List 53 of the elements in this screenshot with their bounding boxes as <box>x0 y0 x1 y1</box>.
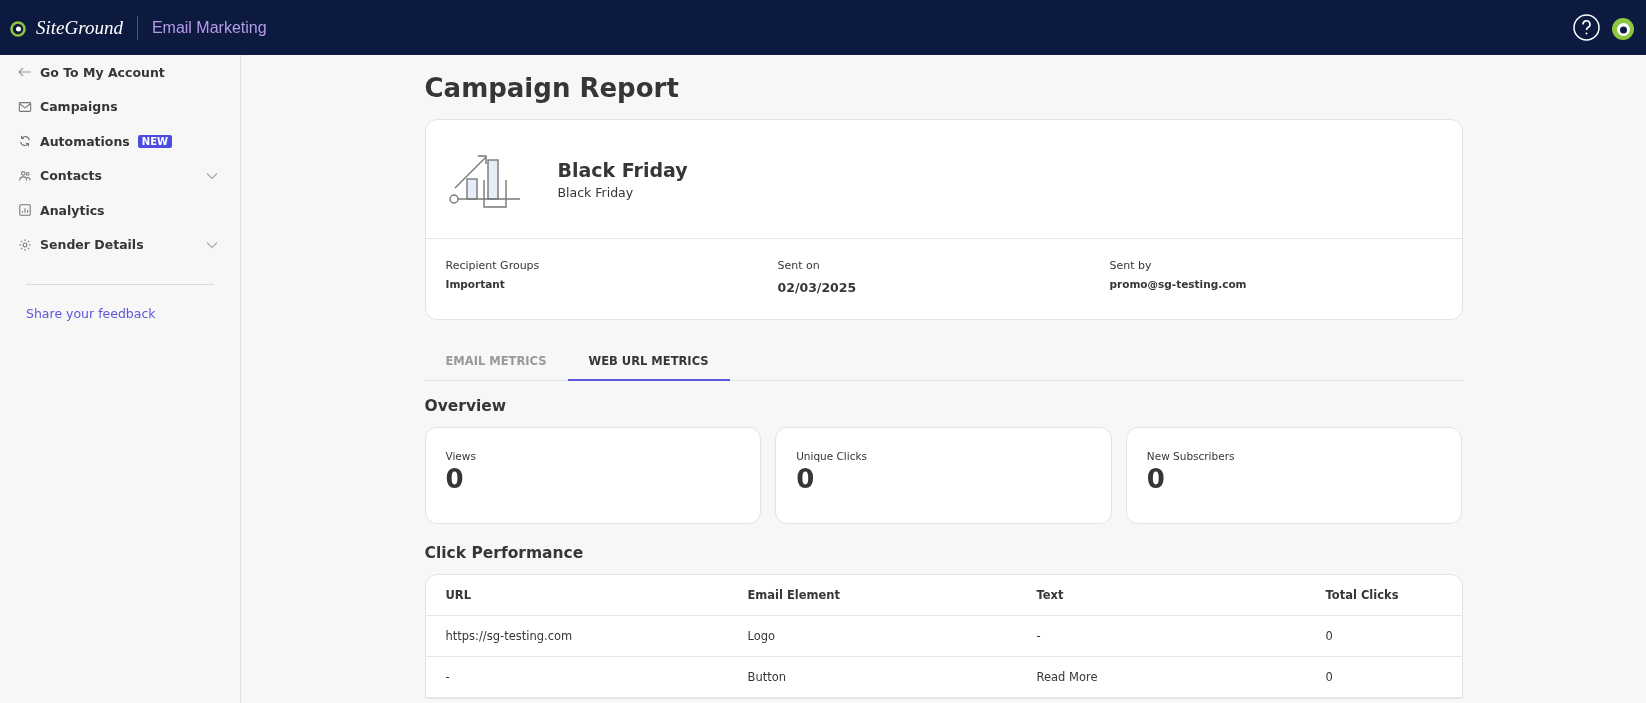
column-header: Email Element <box>747 588 842 602</box>
detail-value: promo@sg-testing.com <box>1109 278 1248 290</box>
metric-label: New Subscribers <box>1146 450 1236 462</box>
page-title: Campaign Report <box>424 73 680 103</box>
detail-value: Important <box>445 278 506 290</box>
nav-item-label[interactable]: Campaigns <box>40 99 118 115</box>
nav-item[interactable]: Campaigns <box>16 89 224 124</box>
people-icon <box>18 168 32 183</box>
detail-value: 02/03/2025 <box>777 280 858 295</box>
table-cell-text: - <box>1036 629 1042 643</box>
column-header: Text <box>1036 588 1065 602</box>
section-title: Overview <box>424 397 508 415</box>
nav-item[interactable]: Analytics <box>16 193 224 228</box>
back-link[interactable]: Go To My Account <box>16 55 224 90</box>
table-cell-text: 0 <box>1325 629 1334 643</box>
table-cell-text: - <box>445 670 451 684</box>
nav-item-label[interactable]: Sender Details <box>40 237 144 253</box>
metric-label: Unique Clicks <box>796 450 869 462</box>
new-badge: NEW <box>137 134 173 148</box>
product-name: Email Marketing <box>151 18 267 37</box>
section-title: Click Performance <box>424 544 585 562</box>
chart-icon <box>18 203 32 218</box>
table-cell-text: Read More <box>1036 670 1099 684</box>
metric-value: 0 <box>1146 464 1166 494</box>
table-cell-text: https://sg-testing.com <box>445 629 574 643</box>
table-cell-text: Button <box>747 670 788 684</box>
tab[interactable]: WEB URL METRICS <box>567 340 730 381</box>
column-header: Total Clicks <box>1325 588 1400 602</box>
metric-label: Views <box>445 450 477 462</box>
campaign-subject: Black Friday <box>557 184 635 200</box>
nav-item[interactable]: Automations NEW <box>16 124 224 159</box>
brand-name: SiteGround <box>36 16 123 39</box>
table-cell-text: 0 <box>1325 670 1334 684</box>
metric-value: 0 <box>796 464 816 494</box>
nav-item-label[interactable]: Automations <box>40 133 130 149</box>
nav-item[interactable]: Sender Details <box>16 227 224 262</box>
back-link-label[interactable]: Go To My Account <box>40 64 165 80</box>
envelope-icon <box>18 99 32 114</box>
refresh-icon <box>18 134 32 149</box>
nav-item[interactable]: Contacts <box>16 158 224 193</box>
metric-value: 0 <box>445 464 465 494</box>
column-header: URL <box>445 588 473 602</box>
campaign-name: Black Friday <box>557 158 688 181</box>
detail-label: Sent by <box>1109 259 1153 272</box>
detail-label: Sent on <box>777 259 821 272</box>
detail-label: Recipient Groups <box>445 259 541 272</box>
table-cell-text: Logo <box>747 629 777 643</box>
feedback-link[interactable]: Share your feedback <box>16 306 156 321</box>
nav-item-label[interactable]: Contacts <box>40 168 102 184</box>
help-icon[interactable] <box>1573 14 1600 41</box>
settings-icon <box>18 237 32 252</box>
arrow-left-icon <box>18 67 32 78</box>
nav-item-label[interactable]: Analytics <box>40 202 105 218</box>
